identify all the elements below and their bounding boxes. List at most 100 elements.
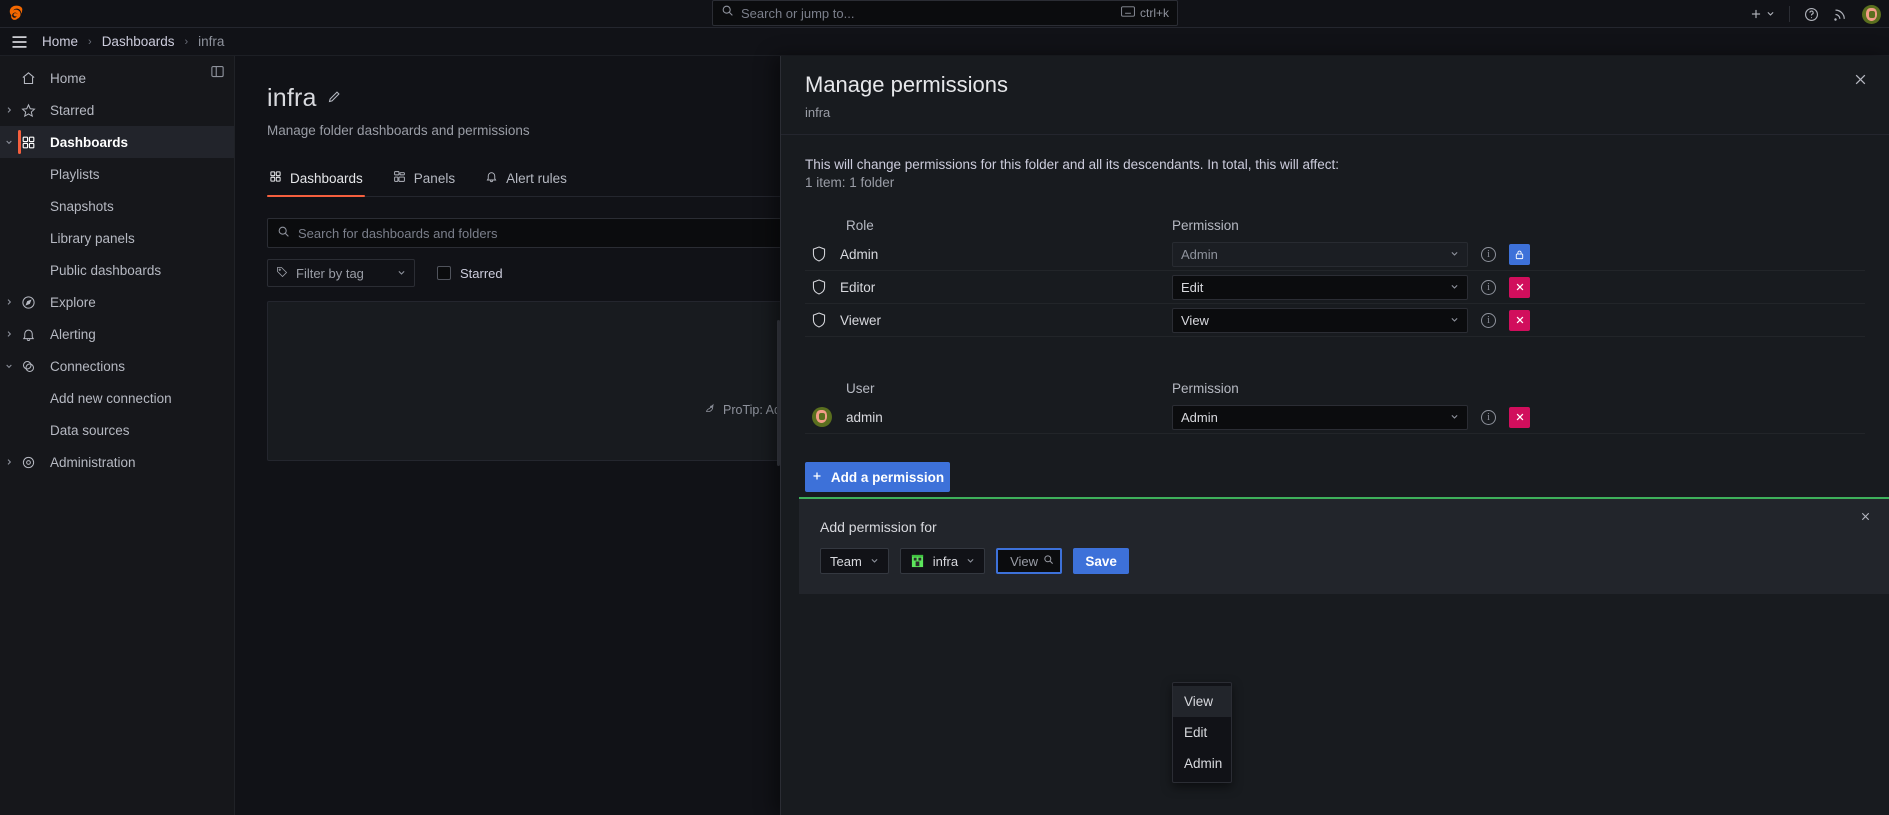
breadcrumb-item-dashboards[interactable]: Dashboards <box>102 34 175 49</box>
sidebar-item-library-panels[interactable]: Library panels <box>0 222 234 254</box>
save-button[interactable]: Save <box>1073 548 1130 574</box>
column-header-permission: Permission <box>1172 217 1239 233</box>
sidebar: Home Starred Dashboards Playlists Snapsh… <box>0 56 235 815</box>
sidebar-item-explore[interactable]: Explore <box>0 286 234 318</box>
chevron-right-icon[interactable] <box>2 446 16 478</box>
sidebar-item-data-sources[interactable]: Data sources <box>0 414 234 446</box>
permission-select[interactable]: Edit <box>1172 274 1468 300</box>
info-circle-icon[interactable]: i <box>1481 246 1496 262</box>
hamburger-menu-icon[interactable] <box>6 29 32 55</box>
shield-icon <box>812 312 826 328</box>
drawer-title: Manage permissions <box>805 72 1008 97</box>
column-header-permission: Permission <box>1172 380 1239 396</box>
remove-x-icon[interactable] <box>1509 309 1530 331</box>
table-row: Admin Admin i <box>805 238 1865 271</box>
info-circle-icon[interactable]: i <box>1481 279 1496 295</box>
shield-icon <box>812 279 826 295</box>
sidebar-item-starred[interactable]: Starred <box>0 94 234 126</box>
chevron-down-icon[interactable] <box>2 350 16 382</box>
topbar-divider <box>1789 6 1790 22</box>
pencil-icon[interactable] <box>327 89 342 109</box>
rss-news-icon[interactable] <box>1833 7 1848 22</box>
sidebar-item-snapshots[interactable]: Snapshots <box>0 190 234 222</box>
permission-select[interactable]: View <box>1172 307 1468 333</box>
chevron-right-icon[interactable] <box>2 318 16 350</box>
add-new-button[interactable] <box>1749 5 1775 23</box>
chevron-down-icon <box>397 268 406 279</box>
tab-label: Dashboards <box>290 170 363 186</box>
add-a-permission-button[interactable]: Add a permission <box>805 462 950 492</box>
role-permissions-table: Role Permission Admin Admin i Editor Edi… <box>805 212 1865 337</box>
tab-alert-rules[interactable]: Alert rules <box>483 164 569 196</box>
permissions-warning-line2: 1 item: 1 folder <box>805 175 895 190</box>
search-shortcut-hint: ctrl+k <box>1121 6 1169 20</box>
global-search-input[interactable]: Search or jump to... ctrl+k <box>712 0 1178 26</box>
permission-option-view[interactable]: View <box>1173 686 1231 717</box>
chevron-down-icon <box>966 556 975 567</box>
permission-select[interactable]: Admin <box>1172 404 1468 430</box>
sidebar-item-playlists[interactable]: Playlists <box>0 158 234 190</box>
sidebar-item-label: Dashboards <box>50 134 129 150</box>
lock-icon[interactable] <box>1509 243 1530 265</box>
chevron-down-icon <box>870 556 879 567</box>
help-circle-icon[interactable] <box>1804 7 1819 22</box>
chevron-down-icon[interactable] <box>2 126 16 158</box>
user-avatar[interactable] <box>1862 4 1881 24</box>
permission-select[interactable]: Admin <box>1172 241 1468 267</box>
sidebar-item-home[interactable]: Home <box>0 62 234 94</box>
permission-option-edit[interactable]: Edit <box>1173 717 1231 748</box>
shield-icon <box>812 246 826 262</box>
target-team-select[interactable]: infra <box>899 548 986 574</box>
breadcrumb-item-home[interactable]: Home <box>42 34 78 49</box>
sidebar-item-add-new-connection[interactable]: Add new connection <box>0 382 234 414</box>
rocket-icon <box>704 402 716 417</box>
sidebar-item-alerting[interactable]: Alerting <box>0 318 234 350</box>
top-bar: Search or jump to... ctrl+k <box>0 0 1889 28</box>
column-header-role: Role <box>846 217 874 233</box>
sidebar-item-label: Connections <box>50 358 126 374</box>
dashboard-search-placeholder: Search for dashboards and folders <box>298 225 498 241</box>
keyboard-icon <box>1121 6 1135 20</box>
tag-icon <box>276 266 288 281</box>
info-circle-icon[interactable]: i <box>1481 409 1496 425</box>
remove-x-icon[interactable] <box>1509 406 1530 428</box>
global-search-placeholder: Search or jump to... <box>741 5 855 21</box>
sidebar-item-administration[interactable]: Administration <box>0 446 234 478</box>
table-row: Viewer View i <box>805 304 1865 337</box>
role-name: Admin <box>840 246 879 262</box>
info-circle-icon[interactable]: i <box>1481 312 1496 328</box>
chevron-down-icon <box>1450 315 1459 326</box>
tab-panels[interactable]: Panels <box>391 164 457 196</box>
bell-icon <box>485 170 498 186</box>
checkbox-box[interactable] <box>437 266 451 280</box>
filter-by-tag-select[interactable]: Filter by tag <box>267 259 415 287</box>
table-header-row: Role Permission <box>805 212 1865 238</box>
search-shortcut-text: ctrl+k <box>1139 6 1169 20</box>
permission-option-admin[interactable]: Admin <box>1173 748 1231 779</box>
search-icon <box>277 225 290 241</box>
panels-icon <box>393 170 406 186</box>
dashboards-grid-icon <box>20 134 36 150</box>
breadcrumb-item-infra[interactable]: infra <box>198 34 224 49</box>
role-name: Editor <box>840 279 876 295</box>
add-permission-title: Add permission for <box>820 519 937 535</box>
chevron-right-icon[interactable] <box>2 94 16 126</box>
permission-combobox[interactable]: View <box>996 548 1063 574</box>
chevron-down-icon <box>1450 282 1459 293</box>
grafana-logo-icon[interactable] <box>2 0 30 28</box>
sidebar-item-connections[interactable]: Connections <box>0 350 234 382</box>
chevron-right-icon[interactable] <box>2 286 16 318</box>
target-type-select[interactable]: Team <box>820 548 889 574</box>
sidebar-item-dashboards[interactable]: Dashboards <box>0 126 234 158</box>
tab-dashboards[interactable]: Dashboards <box>267 164 365 197</box>
starred-filter-checkbox[interactable]: Starred <box>437 266 503 281</box>
sidebar-item-public-dashboards[interactable]: Public dashboards <box>0 254 234 286</box>
close-icon[interactable] <box>1856 507 1874 525</box>
table-row: admin Admin i <box>805 401 1865 434</box>
topbar-actions <box>1749 0 1881 28</box>
remove-x-icon[interactable] <box>1509 276 1530 298</box>
close-icon[interactable] <box>1849 68 1871 90</box>
breadcrumb-separator: › <box>184 35 189 48</box>
sidebar-item-label: Explore <box>50 294 96 310</box>
add-a-permission-label: Add a permission <box>830 469 945 485</box>
